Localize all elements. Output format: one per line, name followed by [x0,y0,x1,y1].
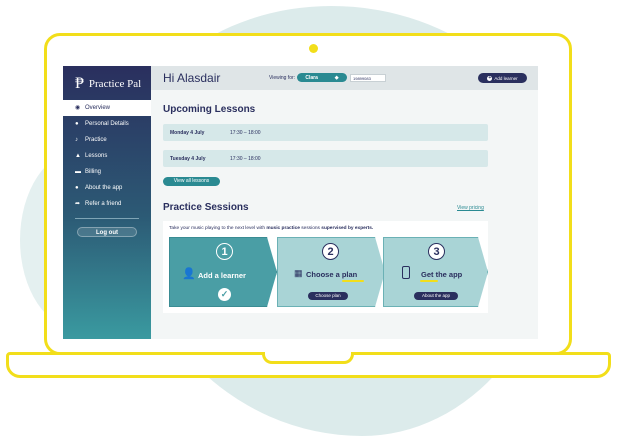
practice-panel: Take your music playing to the next leve… [163,221,488,313]
calendar-icon: ▦ [294,268,303,278]
step-choose-plan[interactable]: 2 ▦ Choose a plan Choose plan [277,237,385,307]
add-learner-button[interactable]: + Add learner [478,73,527,83]
lesson-time: 17:30 – 18:00 [230,155,261,162]
sidebar-nav: ◉ Overview ● Personal Details ♪ Practice… [63,100,151,212]
sidebar-item-label: About the app [85,185,123,191]
learner-select[interactable]: Clara ◆ [297,73,347,82]
about-the-app-button[interactable]: About the app [414,292,458,300]
greeting: Hi Alasdair [163,71,221,85]
sidebar-item-refer[interactable]: ➦ Refer a friend [63,196,151,212]
step-label: Get the app [421,270,463,279]
phone-icon [402,266,410,279]
step-add-learner[interactable]: 1 👤 Add a learner ✓ [169,237,277,307]
share-icon: ➦ [75,200,81,207]
upcoming-lessons-title: Upcoming Lessons [163,104,256,115]
step-get-app[interactable]: 3 Get the app About the app [383,237,488,307]
eye-icon: ◉ [75,104,81,111]
sidebar-item-about[interactable]: ● About the app [63,180,151,196]
viewing-for-label: Viewing for: [269,75,296,81]
view-all-lessons-button[interactable]: View all lessons [163,177,220,186]
sidebar-item-label: Overview [85,105,111,111]
choose-plan-button[interactable]: Choose plan [308,292,348,300]
plus-icon: + [487,74,493,81]
sidebar-divider [75,218,139,219]
view-pricing-link[interactable]: View pricing [457,205,484,211]
phone-field[interactable]: 19899083 [350,74,386,82]
step-label: Add a learner [198,271,246,280]
add-user-icon: 👤 [182,268,196,280]
sidebar-item-label: Billing [85,169,102,175]
highlight-underline [342,280,364,282]
webcam [309,44,318,53]
step-number: 2 [322,243,339,260]
app-logo[interactable]: ₱ Practice Pal [75,76,141,92]
practice-sessions-title: Practice Sessions [163,202,249,213]
main-content: Hi Alasdair Viewing for: Clara ◆ 1989908… [151,66,538,339]
lesson-row[interactable]: Monday 4 July 17:30 – 18:00 [163,124,488,141]
add-learner-label: Add learner [494,75,518,81]
sidebar: ₱ Practice Pal ◉ Overview ● Personal Det… [63,66,151,339]
chevron-down-icon: ◆ [334,74,339,81]
graduation-cap-icon: ▲ [75,152,81,159]
lesson-day: Tuesday 4 July [170,155,206,162]
sidebar-item-label: Practice [85,137,107,143]
person-icon: ● [75,120,79,127]
sidebar-item-label: Refer a friend [85,201,122,207]
app-name: Practice Pal [88,78,142,90]
app-screen: ₱ Practice Pal ◉ Overview ● Personal Det… [63,66,538,339]
lesson-row[interactable]: Tuesday 4 July 17:30 – 18:00 [163,150,488,167]
laptop-notch [262,352,354,364]
practice-tagline: Take your music playing to the next leve… [169,226,374,231]
lesson-day: Monday 4 July [170,129,205,136]
lesson-time: 17:30 – 18:00 [230,129,261,136]
top-bar: Hi Alasdair Viewing for: Clara ◆ 1989908… [151,66,538,90]
step-label: Choose a plan [306,270,358,279]
card-icon: ▬ [75,168,81,175]
step-number: 1 [216,243,233,260]
learner-name: Clara [305,74,318,81]
step-number: 3 [428,243,445,260]
check-icon: ✓ [218,288,231,301]
sidebar-item-personal-details[interactable]: ● Personal Details [63,116,151,132]
sidebar-item-label: Lessons [85,153,108,159]
sidebar-item-lessons[interactable]: ▲ Lessons [63,148,151,164]
music-note-icon: ♪ [75,136,78,143]
info-icon: ● [75,184,79,191]
logout-button[interactable]: Log out [77,227,137,237]
sidebar-item-billing[interactable]: ▬ Billing [63,164,151,180]
sidebar-item-label: Personal Details [85,121,129,127]
sidebar-item-practice[interactable]: ♪ Practice [63,132,151,148]
highlight-underline [420,280,438,282]
logo-mark-icon: ₱ [75,75,84,92]
sidebar-item-overview[interactable]: ◉ Overview [63,100,151,116]
